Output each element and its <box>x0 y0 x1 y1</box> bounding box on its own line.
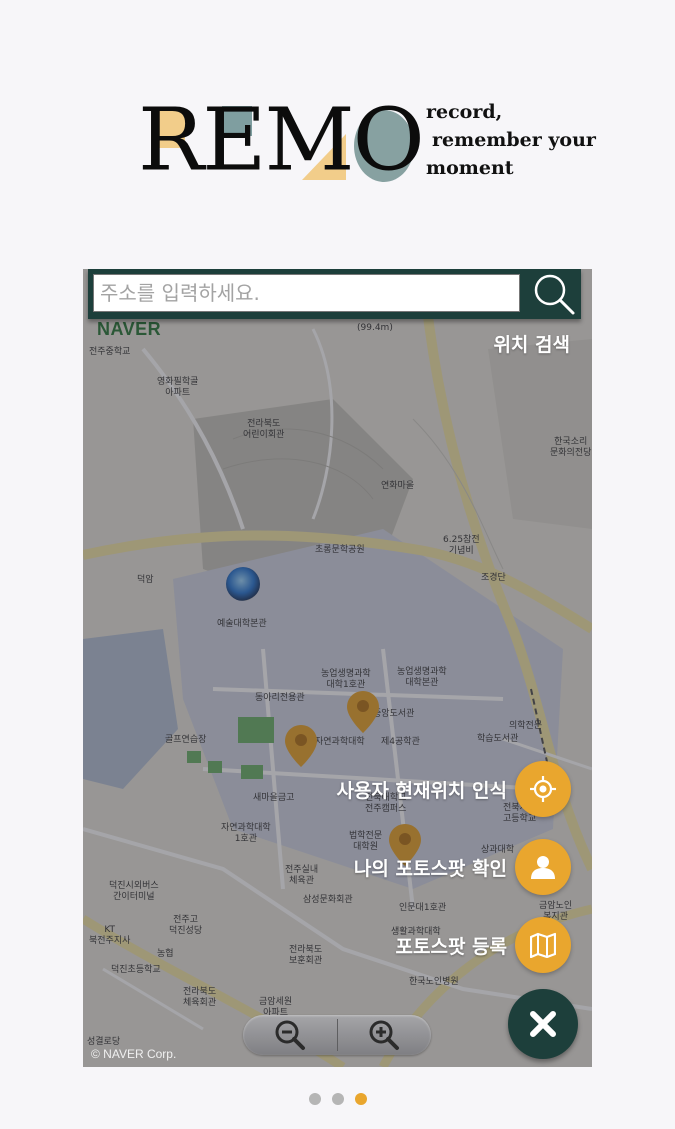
zoom-out-button[interactable] <box>243 1015 337 1055</box>
tagline-line-3: moment <box>426 157 514 179</box>
page-dot-active[interactable] <box>354 1093 367 1105</box>
address-search-input[interactable] <box>93 274 520 312</box>
search-caption: 위치 검색 <box>493 334 570 356</box>
location-search-bar <box>88 269 581 319</box>
page-dot[interactable] <box>308 1093 321 1105</box>
tagline-line-1: record, <box>426 101 503 123</box>
search-icon <box>534 274 574 315</box>
zoom-in-button[interactable] <box>338 1015 432 1055</box>
action-label: 사용자 현재위치 인식 <box>336 779 507 802</box>
search-button[interactable] <box>526 269 581 319</box>
zoom-in-icon <box>369 1020 400 1050</box>
action-register-photospot[interactable]: 포토스팟 등록 <box>395 917 571 973</box>
action-my-photospots[interactable]: 나의 포토스팟 확인 <box>354 839 571 895</box>
tagline-line-2: remember your <box>432 129 596 151</box>
zoom-out-icon <box>275 1020 305 1050</box>
map-preview[interactable]: 전주중학교 영화필학골 아파트 전라북도 어린이회관 연화마을 한국소리 문화의… <box>83 269 592 1067</box>
my-photospots-button[interactable] <box>515 839 571 895</box>
register-photospot-button[interactable] <box>515 917 571 973</box>
page-dot[interactable] <box>331 1093 344 1105</box>
logo-tagline: record, remember your moment <box>426 98 596 182</box>
remo-logo: REMO record, remember your moment <box>138 92 598 192</box>
page-indicator <box>0 1093 675 1105</box>
crosshair-icon <box>530 776 556 802</box>
close-menu-button[interactable] <box>508 989 578 1059</box>
map-copyright: © NAVER Corp. <box>91 1047 177 1061</box>
onboarding-screen: REMO record, remember your moment 전주중학교 … <box>0 0 675 1129</box>
map-icon <box>530 932 556 958</box>
locate-button[interactable] <box>515 761 571 817</box>
action-locate-user[interactable]: 사용자 현재위치 인식 <box>336 761 571 817</box>
user-icon <box>531 856 555 879</box>
zoom-control <box>243 1015 431 1055</box>
action-label: 나의 포토스팟 확인 <box>353 857 507 880</box>
logo-wordmark: REMO <box>138 89 425 190</box>
close-icon <box>530 1011 556 1037</box>
action-label: 포토스팟 등록 <box>395 935 508 958</box>
